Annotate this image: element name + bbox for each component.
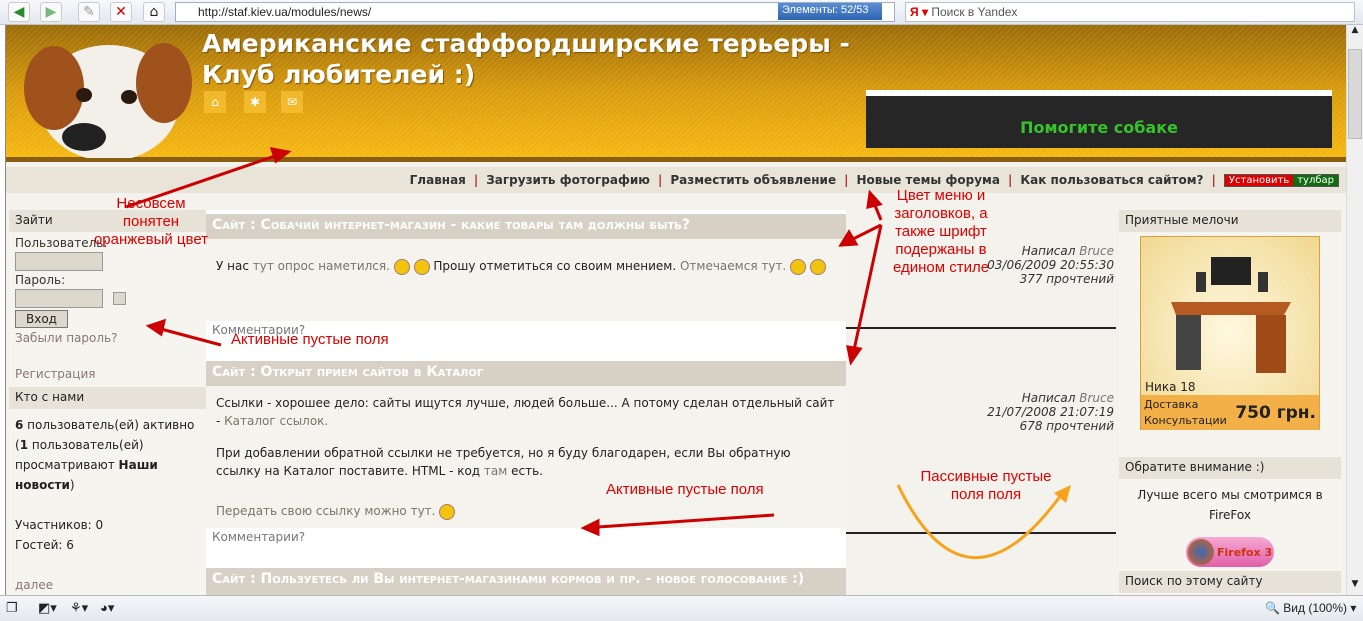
yandex-icon: Я ▾ (910, 5, 928, 19)
passive-arrow (896, 484, 1063, 560)
status-bar: ❐ ◩▾ ⚘▾ ◕▾ 🔍 Вид (100%) ▾ (0, 595, 1363, 621)
yandex-search-input[interactable]: Я ▾ Поиск в Yandex (905, 2, 1355, 22)
arrow-to-heading (850, 223, 882, 242)
elements-count: 52/53 (840, 4, 869, 16)
back-icon[interactable]: ◀ (8, 2, 30, 22)
edit-icon[interactable]: ✎ (78, 2, 100, 22)
forward-icon[interactable]: ▶ (40, 2, 62, 22)
annotation-arrows (125, 147, 1071, 560)
elements-counter[interactable]: Элементы: 52/53 (778, 3, 882, 20)
vertical-scrollbar[interactable]: ▲ ▼ (1346, 25, 1363, 595)
zoom-control[interactable]: 🔍 Вид (100%) ▾ (1265, 601, 1356, 615)
compat-icon[interactable]: ◩▾ (38, 600, 57, 616)
arrow-to-header (125, 153, 279, 209)
arrow-to-login (160, 327, 222, 347)
scroll-up-icon[interactable]: ▲ (1347, 25, 1363, 41)
home-icon[interactable]: ⌂ (143, 2, 165, 22)
security-icon[interactable]: ◕▾ (100, 600, 114, 616)
scroll-thumb[interactable] (1348, 49, 1362, 139)
zoom-label: Вид (100%) (1283, 601, 1348, 615)
arrow-to-heading-2 (852, 224, 883, 351)
web-page: Американские стаффордширские терьеры - Кл… (5, 25, 1346, 595)
stop-icon[interactable]: ✕ (110, 2, 132, 22)
zoom-icon: 🔍 (1265, 601, 1280, 615)
arrow-to-comments (597, 513, 775, 529)
search-placeholder: Поиск в Yandex (931, 5, 1018, 19)
elements-label: Элементы: (782, 4, 838, 16)
browser-toolbar: ◀ ▶ ✎ ✕ ⌂ http://staf.kiev.ua/modules/ne… (0, 0, 1363, 25)
feeds-icon[interactable]: ⚘▾ (70, 600, 88, 616)
pages-icon[interactable]: ❐ (6, 600, 18, 616)
scroll-down-icon[interactable]: ▼ (1347, 579, 1363, 595)
